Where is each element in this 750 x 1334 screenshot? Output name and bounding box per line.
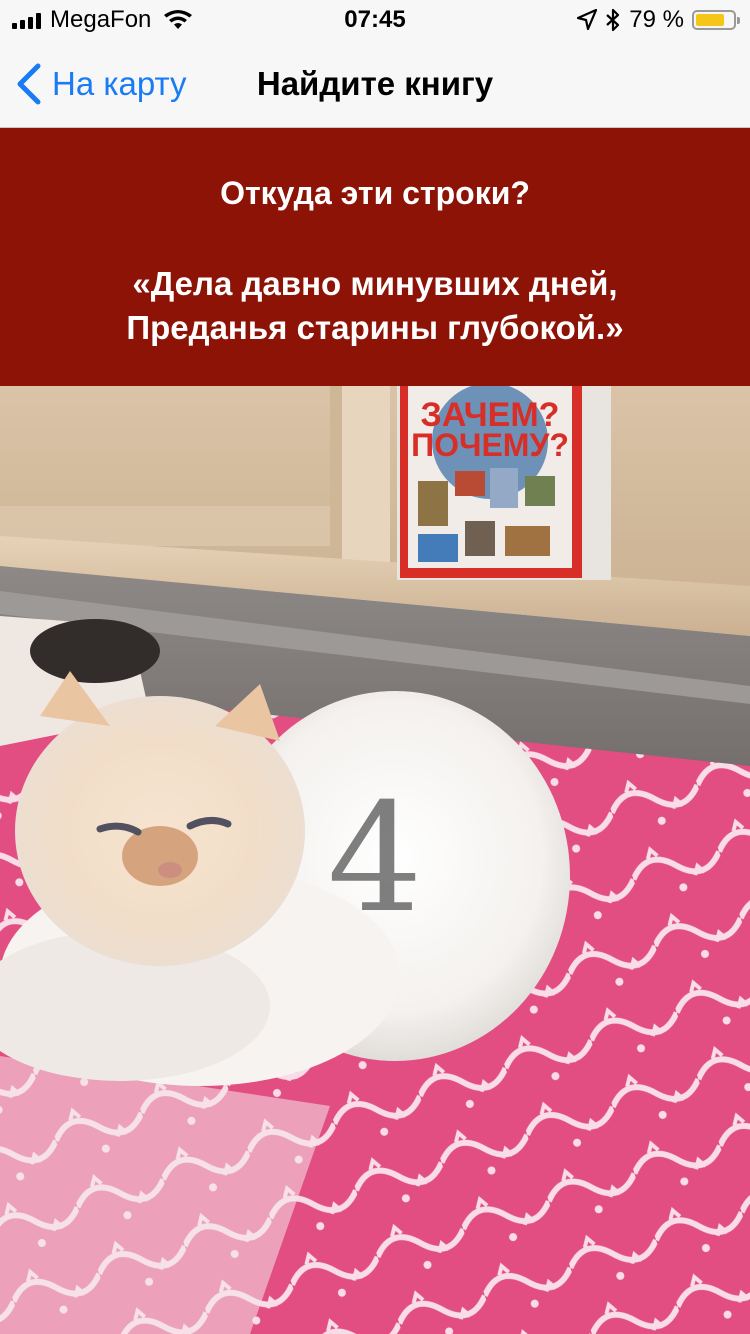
navigation-bar: На карту Найдите книгу — [0, 40, 750, 128]
battery-icon — [692, 10, 740, 30]
status-bar: MegaFon 07:45 79 % — [0, 0, 750, 40]
location-arrow-icon — [577, 9, 598, 31]
battery-fill — [696, 14, 724, 26]
status-right: 79 % — [577, 0, 740, 40]
page-title: Найдите книгу — [256, 65, 494, 102]
step-number: 4 — [327, 772, 423, 946]
question-banner: Откуда эти строки? «Дела давно минувших … — [0, 128, 750, 386]
battery-percent: 79 % — [629, 6, 684, 33]
bluetooth-icon — [606, 8, 620, 32]
battery-cap — [737, 17, 740, 24]
photo-clue: ЗАЧЕМ? ПОЧЕМУ? 4 — [0, 386, 750, 1334]
quote-line-1: «Дела давно минувших дней, — [132, 265, 618, 302]
quote-line-2: Преданья старины глубокой.» — [126, 309, 624, 346]
quote: «Дела давно минувших дней, Преданья стар… — [0, 262, 750, 350]
question-title: Откуда эти строки? — [220, 175, 530, 211]
